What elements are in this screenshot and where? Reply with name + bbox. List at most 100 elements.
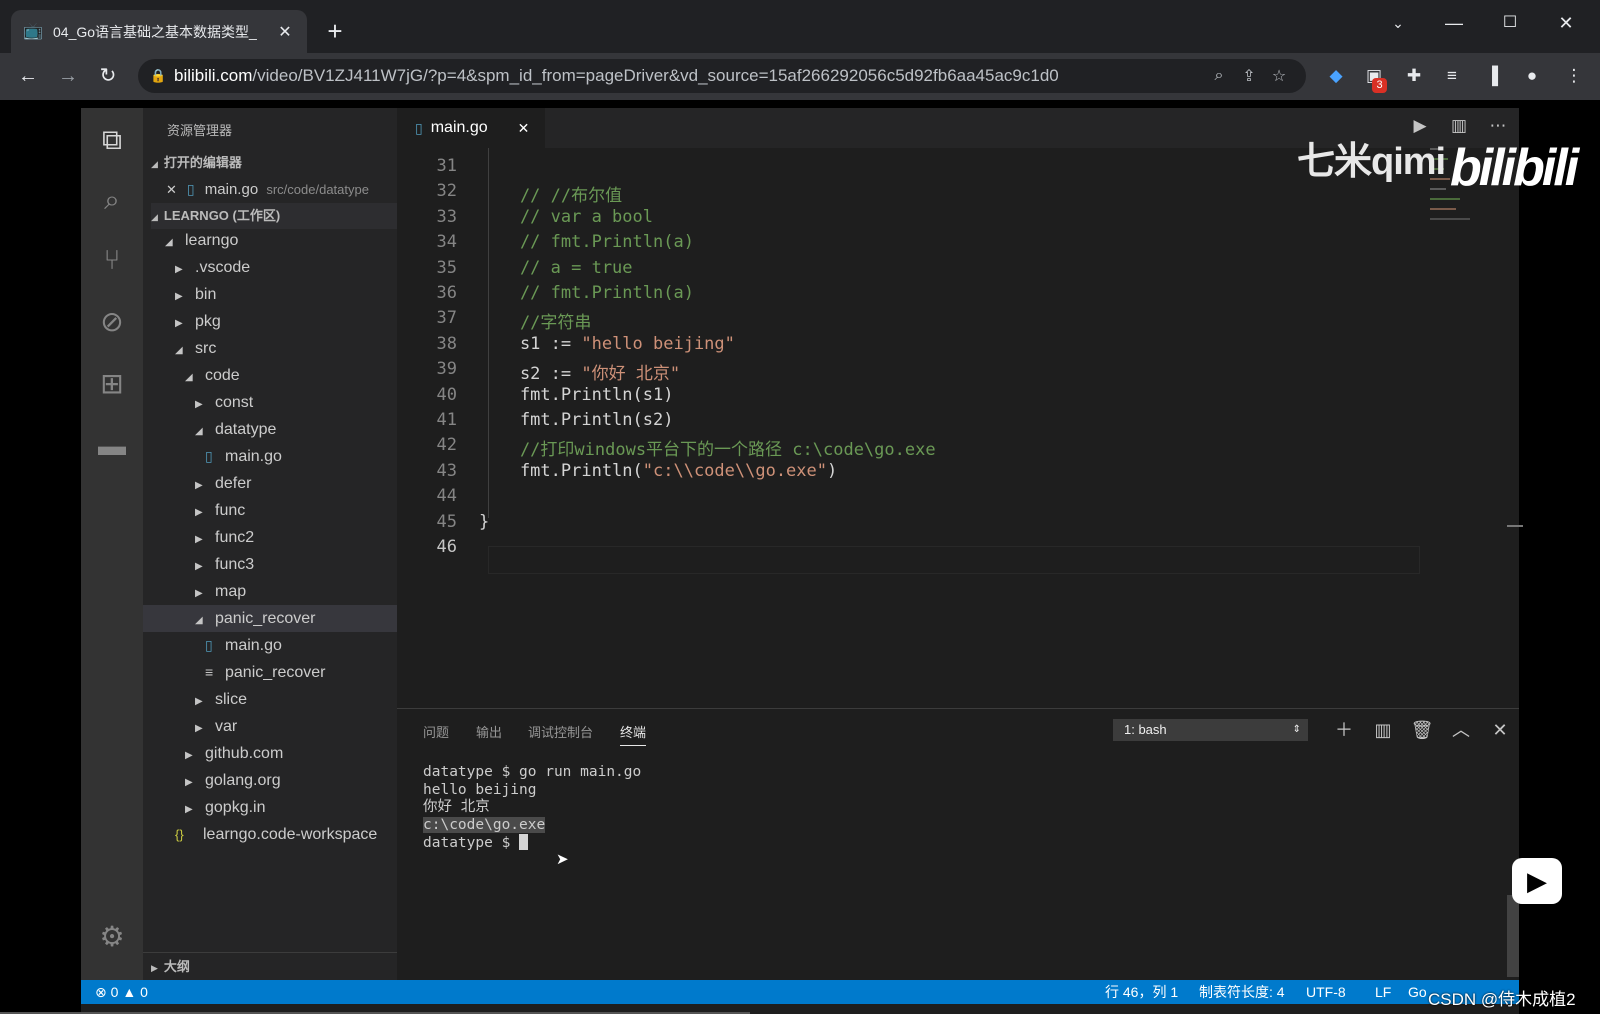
forward-icon[interactable]: →: [52, 60, 84, 92]
terminal-select-value: 1: bash: [1124, 722, 1167, 737]
tree-item[interactable]: ▶ var: [143, 713, 397, 740]
address-bar[interactable]: 🔒 bilibili.com/video/BV1ZJ411W7jG/?p=4&s…: [138, 59, 1306, 93]
tab-close-icon[interactable]: ✕: [275, 22, 295, 42]
tree-item[interactable]: ◢ learngo: [143, 227, 397, 254]
code-line: }: [479, 512, 489, 532]
tree-item-label: defer: [215, 475, 252, 492]
tab-terminal[interactable]: 终端: [620, 722, 647, 746]
tree-item[interactable]: {} learngo.code-workspace: [143, 821, 397, 848]
terminal-cursor: [519, 834, 529, 850]
tree-item[interactable]: ▶ bin: [143, 281, 397, 308]
cursor-position[interactable]: 行 46，列 1: [1105, 980, 1178, 1004]
code-token: }: [479, 511, 490, 532]
tree-item[interactable]: ▶ func2: [143, 524, 397, 551]
tree-item[interactable]: ▶ golang.org: [143, 767, 397, 794]
extensions-icon[interactable]: ⊞: [81, 356, 143, 412]
tree-item[interactable]: ◢ datatype: [143, 416, 397, 443]
tree-item[interactable]: ▶ defer: [143, 470, 397, 497]
minimize-icon[interactable]: —: [1426, 8, 1482, 38]
tree-item[interactable]: ▶ slice: [143, 686, 397, 713]
editor-tab-main-go[interactable]: ▯ main.go ✕: [397, 108, 545, 148]
window-close-icon[interactable]: ✕: [1538, 8, 1594, 38]
outline-header[interactable]: ▶ 大纲: [143, 952, 397, 980]
folder-icon[interactable]: ▬: [81, 418, 143, 474]
line-number: 32: [436, 181, 457, 202]
share-icon[interactable]: ⇪: [1234, 66, 1264, 86]
tree-item[interactable]: ▯ main.go: [143, 443, 397, 470]
tree-item[interactable]: ▶ map: [143, 578, 397, 605]
tab-size[interactable]: 制表符长度: 4: [1199, 980, 1285, 1004]
tab-debug-console[interactable]: 调试控制台: [528, 722, 593, 741]
open-editor-item[interactable]: ✕ ▯ main.go src/code/datatype: [166, 176, 397, 203]
new-terminal-icon[interactable]: ＋: [1330, 716, 1358, 744]
terminal-line: 你好 北京: [423, 799, 490, 815]
tree-item-label: src: [195, 340, 217, 357]
tree-item[interactable]: ▶ const: [143, 389, 397, 416]
search-icon[interactable]: ⌕: [81, 172, 143, 228]
tree-item[interactable]: ▶ func3: [143, 551, 397, 578]
tree-item[interactable]: ▶ .vscode: [143, 254, 397, 281]
browser-menu-icon[interactable]: ⋮: [1560, 62, 1588, 90]
more-actions-icon[interactable]: ⋯: [1483, 116, 1513, 140]
language-mode[interactable]: Go: [1408, 980, 1427, 1004]
bookmark-star-icon[interactable]: ☆: [1264, 66, 1294, 86]
line-number: 35: [436, 257, 457, 278]
close-panel-icon[interactable]: ✕: [1486, 716, 1514, 744]
terminal-scrollbar[interactable]: [1507, 895, 1519, 977]
tree-item-label: pkg: [195, 313, 221, 330]
debug-icon[interactable]: ⊘: [81, 294, 143, 350]
chevron-down-icon: ◢: [185, 372, 193, 383]
settings-gear-icon[interactable]: ⚙: [81, 920, 143, 970]
line-number: 37: [436, 308, 457, 329]
code-line: s1 := "hello beijing": [479, 334, 735, 354]
workspace-header[interactable]: ◢ LEARNGO (工作区): [151, 203, 397, 229]
code-line: // a = true: [479, 258, 633, 278]
split-terminal-icon[interactable]: ▥: [1369, 716, 1397, 744]
close-icon[interactable]: ✕: [166, 182, 177, 197]
trash-icon[interactable]: 🗑: [1408, 716, 1436, 744]
code-line: //打印windows平台下的一个路径 c:\code\go.exe: [479, 435, 936, 460]
errors-status[interactable]: ⊗ 0 ▲ 0: [95, 980, 148, 1004]
tree-item[interactable]: ▶ pkg: [143, 308, 397, 335]
tree-item-label: main.go: [225, 448, 282, 465]
tree-item[interactable]: ▯ main.go: [143, 632, 397, 659]
maximize-icon[interactable]: ☐: [1482, 8, 1538, 38]
side-panel-icon[interactable]: ▐: [1478, 62, 1506, 90]
terminal-output[interactable]: datatype $ go run main.go hello beijing …: [423, 764, 641, 853]
profile-avatar-icon[interactable]: ●: [1518, 62, 1546, 90]
line-ending[interactable]: LF: [1375, 980, 1391, 1004]
tree-item[interactable]: ◢ panic_recover: [143, 605, 397, 632]
tree-item[interactable]: ▶ func: [143, 497, 397, 524]
open-editor-name: main.go: [204, 181, 259, 198]
go-file-icon: ▯: [186, 181, 195, 197]
tab-output[interactable]: 输出: [476, 722, 502, 741]
split-editor-icon[interactable]: ▥: [1444, 116, 1474, 140]
code-editor[interactable]: 31 32 // //布尔值 33 // var a bool 34 // fmt.P…: [397, 148, 1507, 708]
browser-tab[interactable]: 📺 04_Go语言基础之基本数据类型_ ✕: [11, 10, 307, 53]
tree-item[interactable]: ◢ src: [143, 335, 397, 362]
tree-item[interactable]: ▶ github.com: [143, 740, 397, 767]
open-editors-header[interactable]: ◢ 打开的编辑器: [151, 150, 397, 176]
terminal-select[interactable]: 1: bash ⇕: [1113, 719, 1308, 741]
reload-icon[interactable]: ↻: [92, 60, 124, 92]
maximize-panel-icon[interactable]: ︿: [1447, 716, 1475, 744]
zoom-icon[interactable]: ⌕: [1204, 67, 1234, 85]
tree-item[interactable]: ≡ panic_recover: [143, 659, 397, 686]
tab-search-icon[interactable]: ⌄: [1370, 8, 1426, 38]
back-icon[interactable]: ←: [12, 60, 44, 92]
tree-item[interactable]: ◢ code: [143, 362, 397, 389]
workspace-label: LEARNGO (工作区): [163, 208, 281, 223]
encoding[interactable]: UTF-8: [1306, 980, 1346, 1004]
tab-problems[interactable]: 问题: [423, 722, 449, 741]
new-tab-button[interactable]: +: [320, 16, 350, 46]
media-queue-icon[interactable]: ≡: [1438, 62, 1466, 90]
bilibili-tv-icon[interactable]: ▶: [1512, 858, 1562, 904]
explorer-files-icon[interactable]: ⧉: [81, 112, 143, 168]
source-control-icon[interactable]: ⑂: [81, 232, 143, 288]
code-string: "你好 北京": [581, 364, 681, 385]
close-icon[interactable]: ✕: [518, 120, 530, 137]
extension-diamond-icon[interactable]: ◆: [1322, 62, 1350, 90]
tree-item[interactable]: ▶ gopkg.in: [143, 794, 397, 821]
extensions-puzzle-icon[interactable]: ✚: [1400, 62, 1428, 90]
warning-icon: ▲: [122, 984, 137, 1000]
